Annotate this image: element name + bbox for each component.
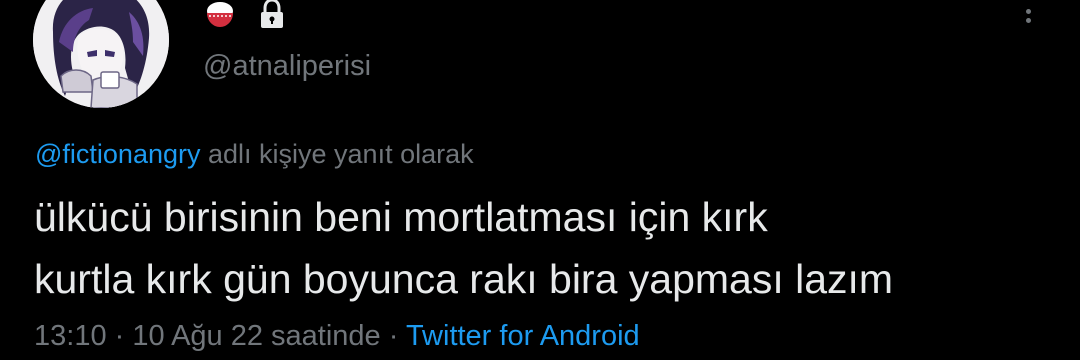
reply-context: @fictionangry adlı kişiye yanıt olarak — [35, 136, 474, 172]
tweet-text-line: kurtla kırk gün boyunca rakı bira yapmas… — [34, 256, 894, 302]
tweet-time[interactable]: 13:10 — [34, 320, 107, 352]
reply-mention-link[interactable]: @fictionangry — [35, 139, 200, 169]
tweet-date[interactable]: 10 Ağu 22 saatinde — [132, 320, 380, 352]
tweet-text-line: ülkücü birisinin beni mortlatması için k… — [34, 194, 768, 240]
tweet-text: ülkücü birisinin beni mortlatması için k… — [34, 186, 1064, 310]
avatar-image — [33, 0, 169, 108]
rice-bowl-icon — [203, 0, 237, 29]
reply-context-text: adlı kişiye yanıt olarak — [200, 139, 474, 169]
display-name-row[interactable] — [203, 0, 285, 34]
meta-separator: · — [380, 320, 406, 352]
avatar[interactable] — [33, 0, 169, 108]
more-options-button[interactable] — [1016, 0, 1040, 32]
author-handle[interactable]: @atnaliperisi — [203, 46, 371, 86]
lock-icon — [259, 0, 285, 29]
tweet-source-link[interactable]: Twitter for Android — [406, 320, 640, 352]
more-options-icon-dot — [1025, 18, 1031, 23]
tweet-meta: 13:10 · 10 Ağu 22 saatinde · Twitter for… — [34, 316, 640, 356]
meta-separator: · — [106, 320, 133, 352]
more-options-icon — [1025, 9, 1031, 14]
